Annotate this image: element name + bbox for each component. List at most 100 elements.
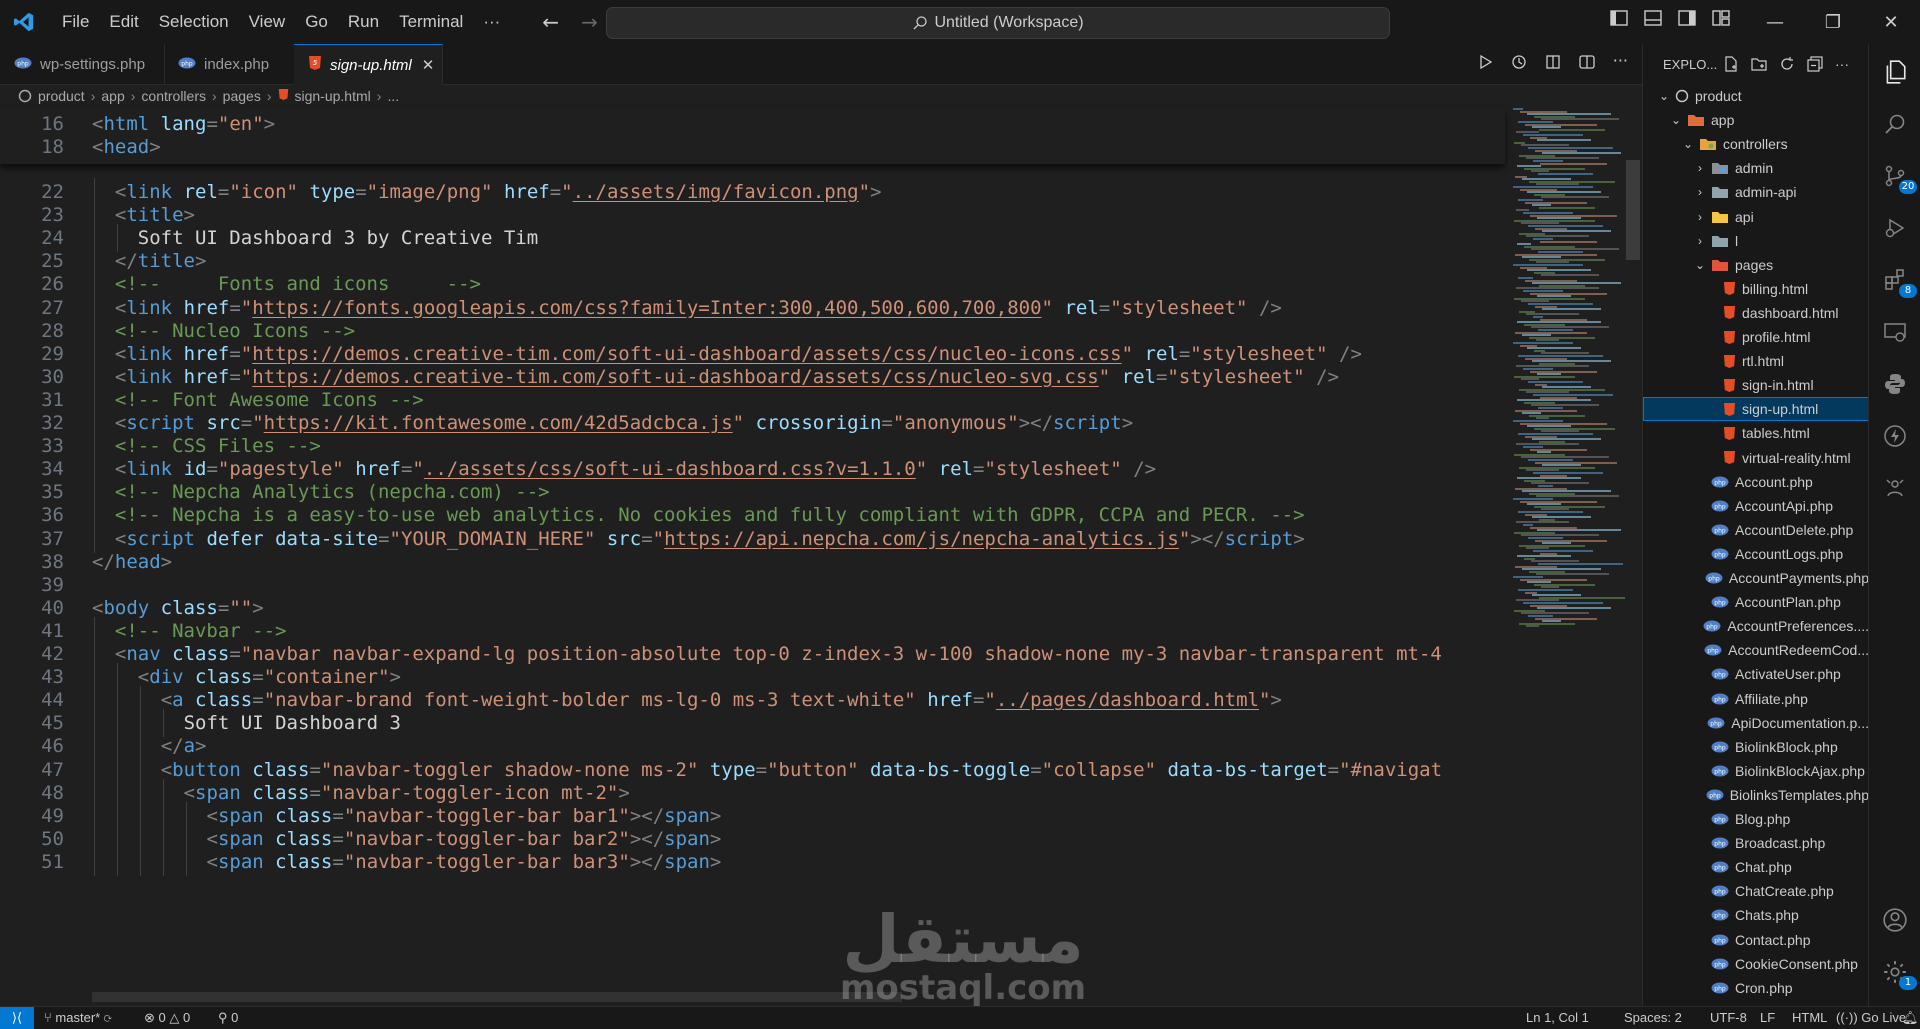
code-line[interactable]: 18<head> (0, 133, 1505, 161)
tree-item[interactable]: tables.html (1643, 421, 1869, 445)
run-icon[interactable] (1477, 54, 1493, 70)
vertical-scrollbar[interactable] (1626, 160, 1640, 260)
breadcrumb-symbol[interactable]: ... (387, 88, 399, 104)
live-share-icon[interactable] (1881, 474, 1909, 502)
new-file-icon[interactable] (1723, 56, 1739, 72)
tree-item[interactable]: dashboard.html (1643, 301, 1869, 325)
close-window-icon[interactable]: ✕ (1862, 0, 1920, 44)
tree-item[interactable]: phpBlog.php (1643, 807, 1869, 831)
horizontal-scrollbar[interactable] (92, 992, 902, 1002)
tree-item[interactable]: ›admin (1643, 156, 1869, 180)
split-editor-icon[interactable] (1579, 54, 1595, 70)
tree-item[interactable]: phpCron.php (1643, 976, 1869, 1000)
chevron-down-icon[interactable]: ⌄ (1681, 137, 1695, 151)
tree-item[interactable]: phpBroadcast.php (1643, 831, 1869, 855)
account-icon[interactable] (1881, 906, 1909, 934)
chevron-down-icon[interactable]: ⌄ (1693, 258, 1707, 272)
eol-status[interactable]: LF (1760, 1010, 1775, 1025)
breadcrumb-pages[interactable]: pages (223, 88, 261, 104)
tree-item[interactable]: phpAccountPayments.php (1643, 566, 1869, 590)
open-changes-icon[interactable] (1545, 54, 1561, 70)
chevron-right-icon[interactable]: › (1693, 161, 1707, 175)
chevron-down-icon[interactable]: ⌄ (1657, 89, 1671, 103)
tree-item[interactable]: phpBiolinkBlock.php (1643, 735, 1869, 759)
menu-file[interactable]: File (52, 6, 99, 38)
tab-sign-up-html[interactable]: 5 sign-up.html ✕ (294, 44, 443, 85)
code-editor[interactable]: 22<link rel="icon" type="image/png" href… (0, 108, 1505, 1006)
menu-selection[interactable]: Selection (149, 6, 239, 38)
tree-item[interactable]: phpAccount.php (1643, 470, 1869, 494)
manage-gear-icon[interactable]: 1 (1881, 958, 1909, 986)
search-icon[interactable] (1881, 110, 1909, 138)
timeline-icon[interactable] (1511, 54, 1527, 70)
collapse-all-icon[interactable] (1807, 56, 1823, 72)
toggle-primary-sidebar-icon[interactable] (1610, 10, 1628, 26)
chevron-right-icon[interactable]: › (1693, 234, 1707, 248)
tree-item[interactable]: profile.html (1643, 325, 1869, 349)
tree-item[interactable]: phpChats.php (1643, 903, 1869, 927)
branch-status[interactable]: ⑂ master* ⟳ (44, 1010, 112, 1025)
toggle-secondary-sidebar-icon[interactable] (1678, 10, 1696, 26)
breadcrumb-app[interactable]: app (101, 88, 124, 104)
tree-item[interactable]: phpApiDocumentation.p... (1643, 711, 1869, 735)
menu-more[interactable]: ··· (473, 6, 510, 38)
tree-item[interactable]: virtual-reality.html (1643, 446, 1869, 470)
minimize-icon[interactable]: — (1746, 0, 1804, 44)
tree-item[interactable]: phpBiolinksTemplates.php (1643, 783, 1869, 807)
forward-arrow-icon[interactable]: → (581, 10, 598, 34)
command-center[interactable]: Untitled (Workspace) (606, 7, 1390, 39)
tree-item[interactable]: ⌄app (1643, 108, 1869, 132)
tree-item[interactable]: phpAccountPreferences.... (1643, 614, 1869, 638)
tree-item[interactable]: phpChatCreate.php (1643, 879, 1869, 903)
minimap[interactable] (1505, 108, 1625, 648)
chevron-down-icon[interactable]: ⌄ (1669, 113, 1683, 127)
menu-view[interactable]: View (239, 6, 296, 38)
menu-terminal[interactable]: Terminal (389, 6, 473, 38)
tree-item[interactable]: phpAccountRedeemCod... (1643, 638, 1869, 662)
run-debug-icon[interactable] (1881, 214, 1909, 242)
tree-item[interactable]: ⌄controllers (1643, 132, 1869, 156)
back-arrow-icon[interactable]: ← (542, 10, 559, 34)
remote-indicator[interactable]: ⟩⟨ (0, 1007, 34, 1029)
restore-icon[interactable]: ❐ (1804, 0, 1862, 44)
tree-item[interactable]: phpChat.php (1643, 855, 1869, 879)
problems-status[interactable]: ⊗ 0 △ 0 (144, 1010, 190, 1026)
close-tab-icon[interactable]: ✕ (422, 56, 435, 74)
language-mode[interactable]: HTML (1792, 1010, 1827, 1025)
tab-wp-settings[interactable]: php wp-settings.php (0, 44, 165, 84)
encoding-status[interactable]: UTF-8 (1710, 1010, 1747, 1025)
tree-item[interactable]: phpCookieConsent.php (1643, 952, 1869, 976)
menu-run[interactable]: Run (338, 6, 389, 38)
menu-go[interactable]: Go (295, 6, 338, 38)
ports-status[interactable]: ⚲ 0 (218, 1010, 238, 1026)
thunder-client-icon[interactable] (1881, 422, 1909, 450)
tree-item[interactable]: phpAccountPlan.php (1643, 590, 1869, 614)
tree-item[interactable]: phpAccountDelete.php (1643, 518, 1869, 542)
tree-item[interactable]: ›l (1643, 229, 1869, 253)
breadcrumb-product[interactable]: product (38, 88, 85, 104)
new-folder-icon[interactable] (1751, 56, 1767, 72)
breadcrumb-controllers[interactable]: controllers (141, 88, 206, 104)
source-control-icon[interactable]: 20 (1881, 162, 1909, 190)
python-icon[interactable] (1881, 370, 1909, 398)
tab-index-php[interactable]: php index.php (164, 44, 295, 84)
indentation-status[interactable]: Spaces: 2 (1624, 1010, 1682, 1025)
explorer-more-icon[interactable]: ··· (1835, 56, 1849, 72)
remote-explorer-icon[interactable] (1881, 318, 1909, 346)
tree-item[interactable]: rtl.html (1643, 349, 1869, 373)
breadcrumb-file[interactable]: sign-up.html (295, 88, 371, 104)
tree-item[interactable]: ›admin-api (1643, 180, 1869, 204)
chevron-right-icon[interactable]: › (1693, 185, 1707, 199)
menu-edit[interactable]: Edit (99, 6, 148, 38)
tree-item[interactable]: phpActivateUser.php (1643, 662, 1869, 686)
customize-layout-icon[interactable] (1712, 10, 1730, 26)
sticky-scroll-header[interactable]: 16<html lang="en">18<head> (0, 108, 1505, 164)
extensions-icon[interactable]: 8 (1881, 266, 1909, 294)
tree-item[interactable]: phpBiolinkBlockAjax.php (1643, 759, 1869, 783)
refresh-icon[interactable] (1779, 56, 1795, 72)
code-line[interactable]: 51<span class="navbar-toggler-bar bar3">… (0, 848, 1505, 876)
tree-item[interactable]: phpAccountApi.php (1643, 494, 1869, 518)
tree-item[interactable]: sign-up.html (1643, 397, 1869, 421)
notifications-bell-icon[interactable]: 🔔︎ (1902, 1010, 1919, 1026)
tree-item[interactable]: billing.html (1643, 277, 1869, 301)
